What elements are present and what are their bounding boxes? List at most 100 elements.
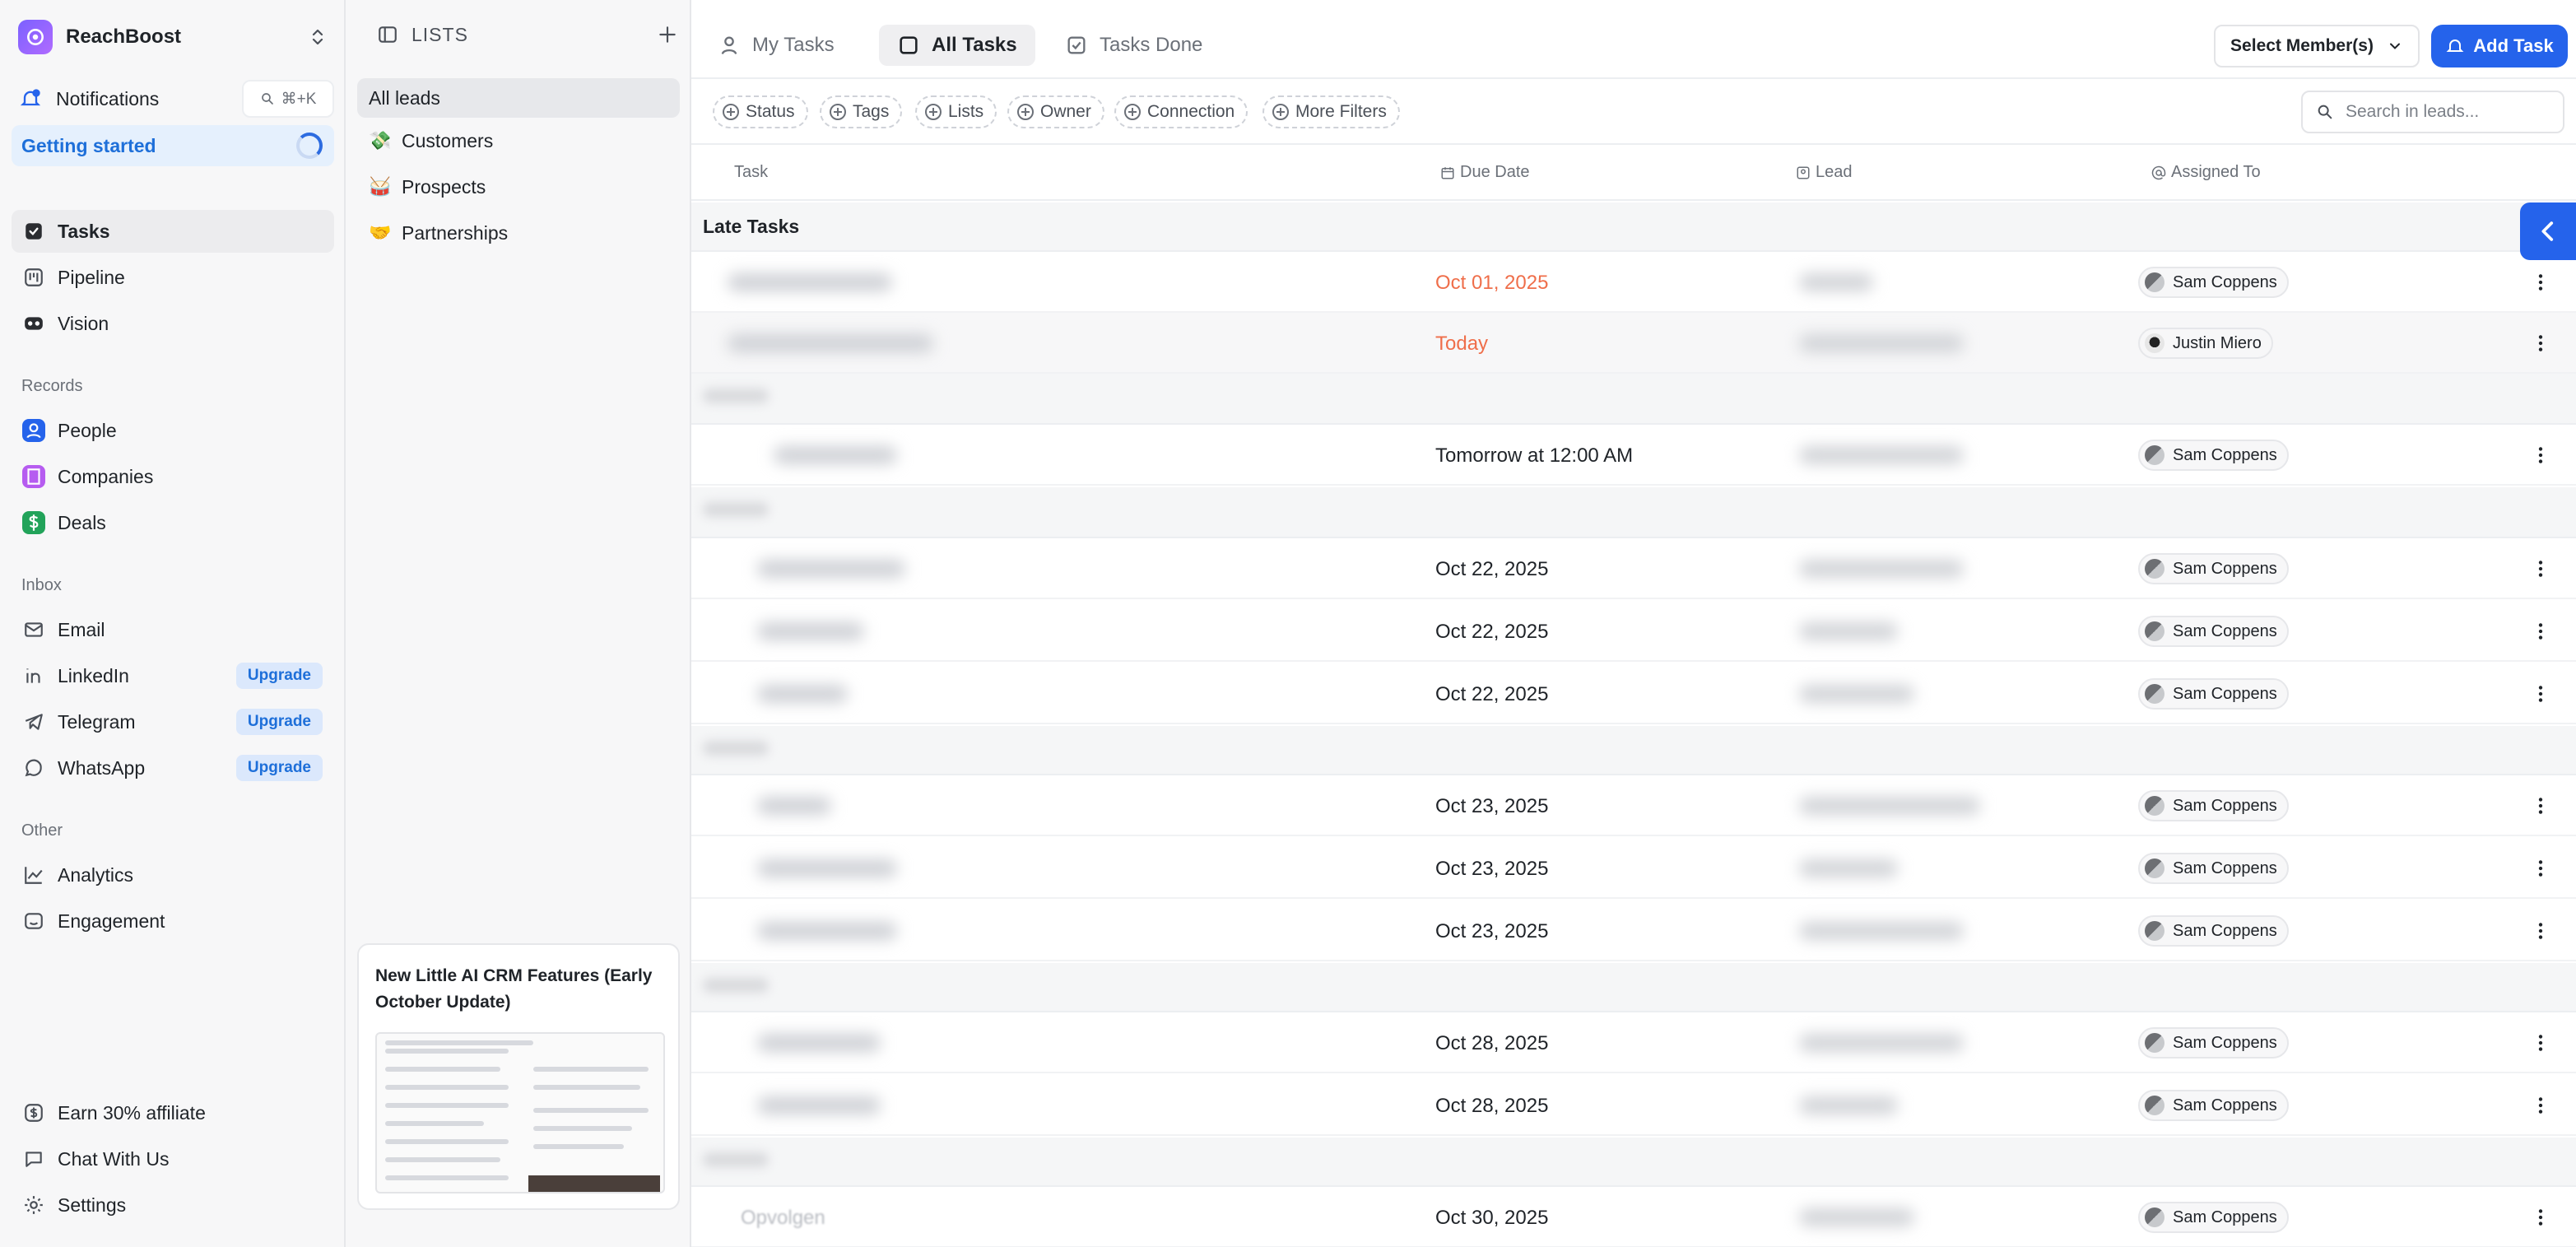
row-menu-icon[interactable] [2528,1031,2553,1055]
search-input[interactable] [2346,102,2543,122]
getting-started-item[interactable]: Getting started [12,125,334,166]
list-item-all-leads[interactable]: All leads [357,78,680,118]
task-name: Opvolgen [741,1207,825,1229]
assignee-chip[interactable]: Sam Coppens [2138,853,2289,884]
nav-item-linkedin[interactable]: LinkedIn Upgrade [12,654,334,697]
upgrade-badge[interactable]: Upgrade [235,709,323,735]
group-header [691,487,2576,538]
plus-circle-icon [830,104,846,120]
assignee-chip[interactable]: Sam Coppens [2138,790,2289,821]
money-emoji-icon: 💸 [369,130,392,151]
table-row[interactable]: Tomorrow at 12:00 AM Sam Coppens [691,425,2576,486]
section-inbox: Inbox [21,576,62,594]
tab-tasks-done[interactable]: Tasks Done [1047,25,1221,66]
row-menu-icon[interactable] [2528,619,2553,644]
notifications-item[interactable]: Notifications ⌘+K [18,80,334,118]
due-date: Oct 23, 2025 [1435,795,1549,817]
nav-item-email[interactable]: Email [12,608,334,651]
tab-all-tasks[interactable]: All Tasks [879,25,1035,66]
table-row[interactable]: Oct 01, 2025 Sam Coppens [691,252,2576,313]
table-row[interactable]: Oct 22, 2025 Sam Coppens [691,663,2576,724]
telegram-icon [21,710,46,734]
nav-item-companies[interactable]: Companies [12,455,334,498]
nav-item-chat[interactable]: Chat With Us [12,1138,334,1180]
filter-status[interactable]: Status [713,95,808,128]
assignee-chip[interactable]: Sam Coppens [2138,1202,2289,1233]
filter-lists[interactable]: Lists [915,95,997,128]
nav-item-analytics[interactable]: Analytics [12,854,334,896]
nav-item-settings[interactable]: Settings [12,1184,334,1226]
select-members-dropdown[interactable]: Select Member(s) [2214,25,2420,67]
filter-owner[interactable]: Owner [1007,95,1104,128]
assignee-chip[interactable]: Sam Coppens [2138,440,2289,471]
table-row[interactable]: Today Justin Miero [691,313,2576,374]
assignee-chip[interactable]: Sam Coppens [2138,267,2289,298]
assignee-chip[interactable]: Sam Coppens [2138,915,2289,947]
workspace-switcher[interactable]: ReachBoost [18,18,328,56]
group-header [691,726,2576,775]
due-date: Oct 22, 2025 [1435,621,1549,643]
row-menu-icon[interactable] [2528,1093,2553,1118]
nav-item-engagement[interactable]: Engagement [12,900,334,942]
column-assigned-to[interactable]: Assigned To [2151,163,2261,182]
row-menu-icon[interactable] [2528,1205,2553,1230]
lead-name-redacted [1799,797,1980,815]
assignee-chip[interactable]: Justin Miero [2138,328,2273,359]
row-menu-icon[interactable] [2528,270,2553,295]
column-lead[interactable]: Lead [1796,163,1853,182]
nav-item-deals[interactable]: Deals [12,501,334,544]
row-menu-icon[interactable] [2528,331,2553,356]
assignee-name: Sam Coppens [2173,621,2277,640]
nav-item-tasks[interactable]: Tasks [12,210,334,253]
row-menu-icon[interactable] [2528,443,2553,468]
sidebar-toggle-icon[interactable] [377,24,398,45]
nav-item-vision[interactable]: Vision [12,302,334,345]
nav-item-whatsapp[interactable]: WhatsApp Upgrade [12,747,334,789]
row-menu-icon[interactable] [2528,793,2553,818]
list-item-customers[interactable]: 💸 Customers [357,121,680,161]
nav-item-pipeline[interactable]: Pipeline [12,256,334,299]
filter-tags[interactable]: Tags [820,95,903,128]
upgrade-badge[interactable]: Upgrade [235,755,323,781]
row-menu-icon[interactable] [2528,856,2553,881]
add-list-icon[interactable] [657,24,678,45]
table-row[interactable]: Oct 22, 2025 Sam Coppens [691,601,2576,662]
row-menu-icon[interactable] [2528,919,2553,943]
table-row[interactable]: Oct 23, 2025 Sam Coppens [691,775,2576,836]
assignee-chip[interactable]: Sam Coppens [2138,1027,2289,1059]
nav-item-telegram[interactable]: Telegram Upgrade [12,700,334,743]
command-search-button[interactable]: ⌘+K [242,80,334,118]
list-item-prospects[interactable]: 🥁 Prospects [357,167,680,207]
chat-icon [21,1147,46,1171]
filter-more[interactable]: More Filters [1262,95,1400,128]
promo-card[interactable]: New Little AI CRM Features (Early Octobe… [357,943,680,1210]
column-due-date[interactable]: Due Date [1440,163,1530,182]
tab-my-tasks[interactable]: My Tasks [700,25,853,66]
assignee-chip[interactable]: Sam Coppens [2138,553,2289,584]
table-row[interactable]: Oct 28, 2025 Sam Coppens [691,1075,2576,1136]
row-menu-icon[interactable] [2528,682,2553,706]
avatar [2145,559,2164,579]
panel-collapse-button[interactable] [2520,202,2576,260]
table-row[interactable]: Oct 22, 2025 Sam Coppens [691,538,2576,599]
filter-connection[interactable]: Connection [1114,95,1248,128]
plus-circle-icon [1017,104,1034,120]
column-task[interactable]: Task [734,163,768,182]
avatar [2145,796,2164,816]
nav-item-affiliate[interactable]: Earn 30% affiliate [12,1091,334,1134]
table-row[interactable]: Oct 23, 2025 Sam Coppens [691,900,2576,961]
table-row[interactable]: Opvolgen Oct 30, 2025 Sam Coppens [691,1187,2576,1247]
search-leads [2301,91,2564,133]
upgrade-badge[interactable]: Upgrade [235,663,323,689]
list-item-partnerships[interactable]: 🤝 Partnerships [357,213,680,253]
assignee-chip[interactable]: Sam Coppens [2138,616,2289,647]
list-item-label: Customers [402,129,494,151]
table-row[interactable]: Oct 28, 2025 Sam Coppens [691,1012,2576,1073]
nav-item-people[interactable]: People [12,409,334,452]
assignee-chip[interactable]: Sam Coppens [2138,678,2289,710]
assignee-chip[interactable]: Sam Coppens [2138,1090,2289,1121]
table-row[interactable]: Oct 23, 2025 Sam Coppens [691,838,2576,899]
promo-title: New Little AI CRM Features (Early Octobe… [375,966,653,1012]
row-menu-icon[interactable] [2528,556,2553,581]
add-task-button[interactable]: Add Task [2431,25,2568,67]
